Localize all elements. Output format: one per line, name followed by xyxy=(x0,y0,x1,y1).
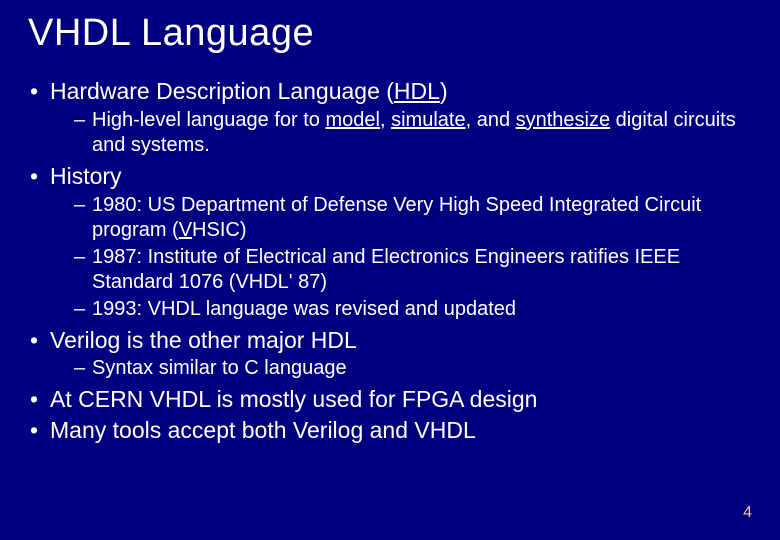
sub-bullet: 1987: Institute of Electrical and Electr… xyxy=(50,245,752,295)
text: History xyxy=(50,163,122,189)
sub-bullet: Syntax similar to C language xyxy=(50,356,752,381)
text: ) xyxy=(440,78,448,104)
text: High-level language for to xyxy=(92,109,325,131)
slide-title: VHDL Language xyxy=(28,12,752,55)
sub-list: High-level language for to model, simula… xyxy=(50,108,752,158)
text: Verilog is the other major HDL xyxy=(50,327,357,353)
text: Hardware Description Language ( xyxy=(50,78,394,104)
bullet-cern: At CERN VHDL is mostly used for FPGA des… xyxy=(28,385,752,414)
text: , xyxy=(380,109,391,131)
text: HSIC) xyxy=(192,219,246,241)
underline-v: V xyxy=(179,219,192,241)
underline-synthesize: synthesize xyxy=(516,109,611,131)
sub-list: 1980: US Department of Defense Very High… xyxy=(50,193,752,322)
underline-model: model xyxy=(325,109,379,131)
page-number: 4 xyxy=(743,504,752,522)
bullet-history: History 1980: US Department of Defense V… xyxy=(28,162,752,322)
bullet-hdl: Hardware Description Language (HDL) High… xyxy=(28,77,752,158)
slide: VHDL Language Hardware Description Langu… xyxy=(0,0,780,540)
sub-bullet: 1993: VHDL language was revised and upda… xyxy=(50,297,752,322)
sub-bullet: High-level language for to model, simula… xyxy=(50,108,752,158)
underline-hdl: HDL xyxy=(394,78,440,104)
underline-simulate: simulate xyxy=(391,109,465,131)
bullet-tools: Many tools accept both Verilog and VHDL xyxy=(28,416,752,445)
text: , and xyxy=(466,109,516,131)
sub-bullet: 1980: US Department of Defense Very High… xyxy=(50,193,752,243)
sub-list: Syntax similar to C language xyxy=(50,356,752,381)
bullet-verilog: Verilog is the other major HDL Syntax si… xyxy=(28,326,752,382)
bullet-list: Hardware Description Language (HDL) High… xyxy=(28,77,752,445)
